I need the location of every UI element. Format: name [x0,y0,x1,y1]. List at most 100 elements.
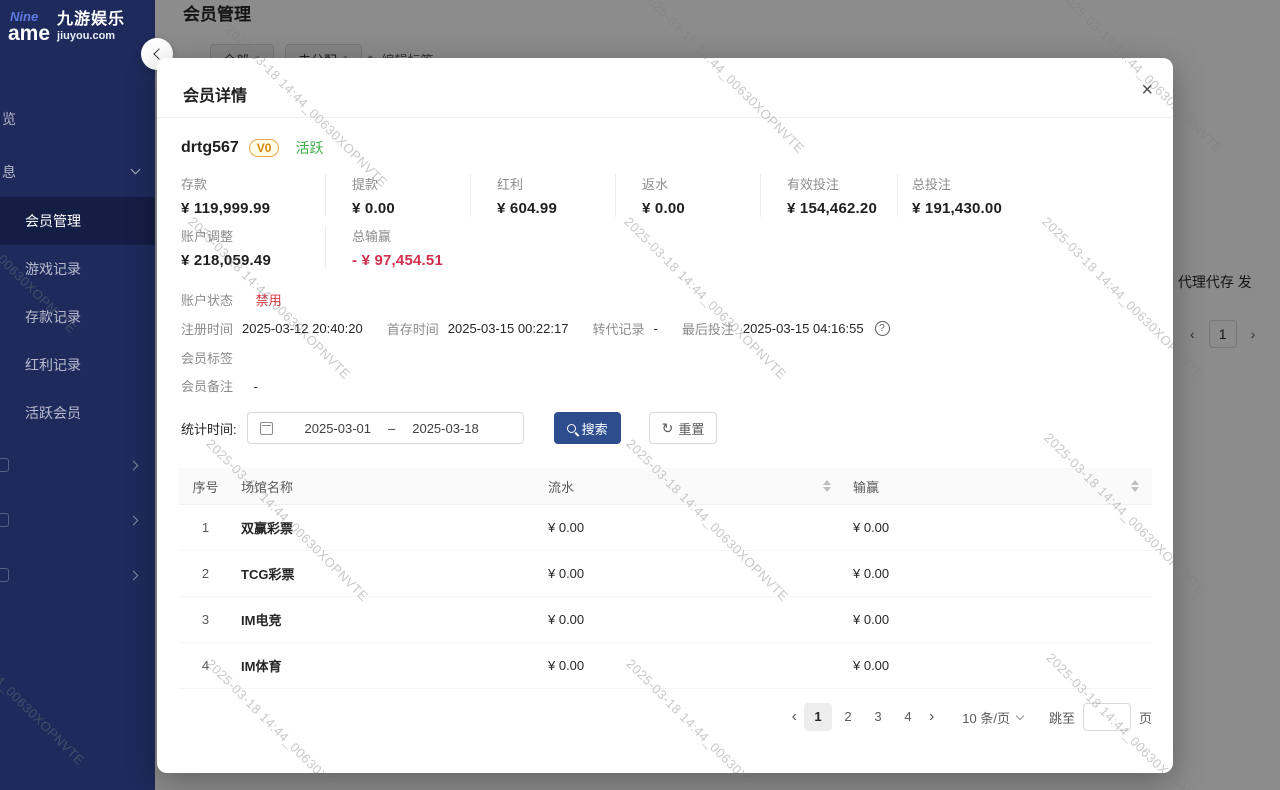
stat-value: ¥ 0.00 [642,200,760,217]
stat-label: 存款 [181,174,325,193]
chevron-right-icon [129,571,139,581]
date-range-values: 2025-03-01 – 2025-03-18 [273,421,511,436]
stat-label: 总投注 [912,174,1002,193]
sidebar-item-game-records[interactable]: 游戏记录 [0,245,155,293]
column-header-turnover-label: 流水 [548,477,574,496]
stat-value: ¥ 154,462.20 [787,200,897,217]
search-icon [567,424,576,433]
kv-label: 最后投注 [682,319,734,338]
logo-cn-name: 九游娱乐 [57,11,125,29]
sort-icon[interactable] [823,480,831,492]
page-unit-label: 页 [1139,708,1152,727]
page-jump: 跳至 页 [1049,703,1152,731]
app-logo: Nine ame 九游娱乐 jiuyou.com [0,0,155,52]
stat-value: ¥ 604.99 [497,200,615,217]
cell-turnover: ¥ 0.00 [539,520,844,535]
stat-value: ¥ 0.00 [352,200,470,217]
sidebar-item-partial-overview[interactable]: 览 [2,109,16,129]
cell-venue: TCG彩票 [232,564,539,583]
table-pagination: ‹ 1 2 3 4 › 10 条/页 跳至 页 [179,703,1152,731]
column-header-winloss[interactable]: 输赢 [844,477,1152,496]
cell-index: 3 [179,612,232,627]
stat-bonus: 红利 ¥ 604.99 [470,174,615,217]
sidebar-group-collapsed-1[interactable] [0,443,155,489]
column-header-turnover[interactable]: 流水 [539,477,844,496]
member-username: drtg567 [181,139,239,157]
kv-label: 转代记录 [592,319,644,338]
close-icon[interactable]: × [1141,80,1153,100]
stats-row-1: 存款 ¥ 119,999.99 提款 ¥ 0.00 红利 ¥ 604.99 返水… [181,174,1002,217]
sidebar-item-bonus-records[interactable]: 红利记录 [0,341,155,389]
modal-title: 会员详情 [183,82,247,106]
table-row: 2 TCG彩票 ¥ 0.00 ¥ 0.00 [179,551,1152,597]
jump-page-input[interactable] [1083,703,1131,731]
member-note-row: 会员备注 - [181,376,258,395]
venue-stats-table: 序号 场馆名称 流水 输赢 1 双赢彩票 ¥ 0.00 ¥ 0.00 2 TCG… [179,468,1152,689]
cell-winloss: ¥ 0.00 [844,612,1152,627]
statistics-filter-row: 统计时间: 2025-03-01 – 2025-03-18 搜索 ↻ 重置 [181,412,717,444]
kv-label: 首存时间 [387,319,439,338]
stat-label: 总输赢 [352,226,470,245]
stat-label: 提款 [352,174,470,193]
member-note-value: - [254,379,258,394]
sidebar-item-deposit-records[interactable]: 存款记录 [0,293,155,341]
account-status-value: 禁用 [256,293,282,308]
sidebar-item-partial-member-info[interactable]: 息 [2,162,16,182]
stat-value: ¥ 218,059.49 [181,252,325,269]
date-separator: – [388,421,395,436]
chevron-down-icon [1016,711,1024,719]
first-deposit-time: 首存时间 2025-03-15 00:22:17 [387,319,569,338]
stat-account-adjustment: 账户调整 ¥ 218,059.49 [181,226,325,269]
stat-time-label: 统计时间: [181,419,237,438]
sidebar-group-collapsed-3[interactable] [0,553,155,599]
sidebar-menu: 会员管理 游戏记录 存款记录 红利记录 活跃会员 [0,197,155,437]
member-level-badge: V0 [249,139,280,157]
page-button-1[interactable]: 1 [804,703,832,731]
sidebar-item-member-management[interactable]: 会员管理 [0,197,155,245]
cell-turnover: ¥ 0.00 [539,658,844,673]
cell-venue: 双赢彩票 [232,518,539,537]
stat-total-bets: 总投注 ¥ 191,430.00 [897,174,1002,217]
menu-icon [0,513,9,527]
calendar-icon [260,422,273,435]
stat-deposit: 存款 ¥ 119,999.99 [181,174,325,217]
table-row: 1 双赢彩票 ¥ 0.00 ¥ 0.00 [179,505,1152,551]
cell-winloss: ¥ 0.00 [844,566,1152,581]
divider [157,117,1173,118]
prev-page-icon[interactable]: ‹ [786,708,803,726]
sidebar-group-collapsed-2[interactable] [0,498,155,544]
search-button[interactable]: 搜索 [554,412,621,444]
page-size-select[interactable]: 10 条/页 [962,708,1023,727]
page-button-4[interactable]: 4 [894,703,922,731]
logo-names: 九游娱乐 jiuyou.com [57,11,125,42]
account-status-label: 账户状态 [181,293,233,308]
sidebar: Nine ame 九游娱乐 jiuyou.com 览 息 会员管理 游戏记录 存… [0,0,155,790]
member-activity-status: 活跃 [295,138,323,158]
sort-icon[interactable] [1131,480,1139,492]
help-icon[interactable]: ? [875,321,890,336]
page-button-2[interactable]: 2 [834,703,862,731]
cell-venue: IM电竞 [232,610,539,629]
stat-rebate: 返水 ¥ 0.00 [615,174,760,217]
page-button-3[interactable]: 3 [864,703,892,731]
stat-total-winloss: 总输赢 - ¥ 97,454.51 [325,226,470,269]
date-end: 2025-03-18 [412,421,479,436]
column-header-index: 序号 [179,477,232,496]
reset-button[interactable]: ↻ 重置 [649,412,718,444]
chevron-down-icon [131,165,141,175]
column-header-winloss-label: 输赢 [853,477,879,496]
menu-icon [0,568,9,582]
cell-venue: IM体育 [232,656,539,675]
chevron-right-icon [129,461,139,471]
member-summary: drtg567 V0 活跃 [181,138,323,158]
next-page-icon[interactable]: › [923,708,940,726]
sidebar-item-active-members[interactable]: 活跃会员 [0,389,155,437]
agent-transfer-record: 转代记录 - [592,319,657,338]
date-start: 2025-03-01 [305,421,372,436]
reset-button-label: 重置 [678,419,704,438]
stat-label: 账户调整 [181,226,325,245]
date-range-picker[interactable]: 2025-03-01 – 2025-03-18 [247,412,524,444]
member-tags-label: 会员标签 [181,351,233,366]
kv-value: - [653,321,657,336]
column-header-venue: 场馆名称 [232,477,539,496]
